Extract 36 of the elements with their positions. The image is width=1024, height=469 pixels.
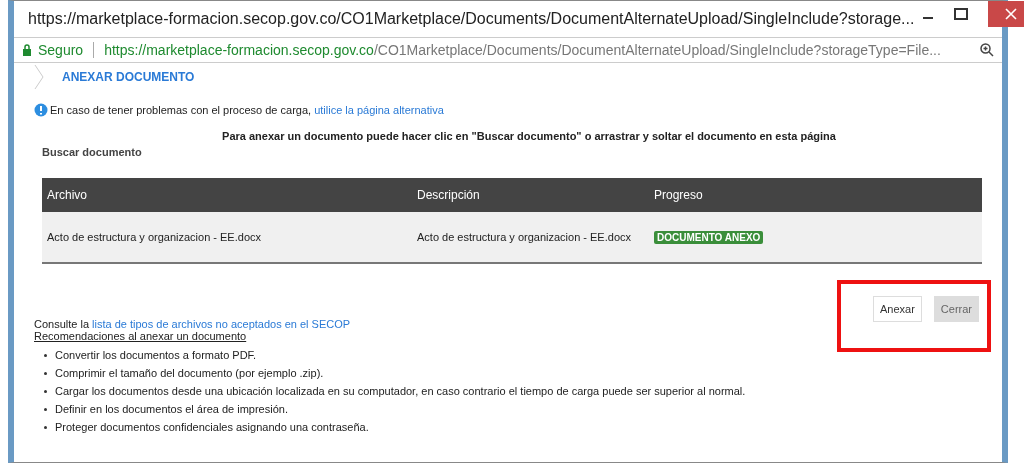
table-cell-text: Acto de estructura y organizacion - EE.docx (417, 231, 632, 243)
lock-icon (22, 44, 32, 56)
info-icon (34, 103, 48, 117)
alternative-page-link[interactable]: utilice la página alternativa (314, 104, 444, 116)
chevron-icon (34, 64, 44, 90)
file-types-link[interactable]: lista de tipos de archivos no aceptados en el SECOP (92, 318, 351, 330)
status-badge: DOCUMENTO ANEXO (654, 231, 764, 244)
notice-text: En caso de tener problemas con el proceso de carga, utilice la página alternativa (50, 104, 444, 116)
window-title: https://marketplace-formacion.secop.gov.co/CO1Marketplace/Documents/DocumentAlternateUpload/SingleInclude?storage... (28, 10, 915, 28)
bullet-icon (44, 371, 47, 375)
consult-text: Consulte la lista de tipos de archivos no aceptados en el SECOP (34, 318, 352, 330)
maximize-icon[interactable] (954, 8, 969, 20)
bullet-icon (44, 353, 47, 357)
instructions-text: Para anexar un documento puede hacer clic en "Buscar documento" o arrastrar y soltar el documento en esta página (221, 130, 837, 142)
column-header: Progreso (654, 188, 704, 202)
recommendation-item: Convertir los documentos a formato PDF. (55, 349, 257, 361)
recommendation-item: Comprimir el tamaño del documento (por ejemplo .zip). (55, 367, 324, 379)
close-icon (1005, 8, 1018, 20)
attach-button[interactable]: Anexar (872, 296, 922, 322)
table-cell-text: Acto de estructura y organizacion - EE.docx (46, 231, 262, 243)
address-bar[interactable]: Seguro https://marketplace-formacion.secop.gov.co/CO1Marketplace/Documents/DocumentAlternateUpload/SingleInclude?storageType=File... (14, 37, 1002, 63)
section-heading: ANEXAR DOCUMENTO (62, 70, 195, 84)
column-header: Archivo (46, 188, 88, 202)
recommendation-item: Proteger documentos confidenciales asignando una contraseña. (55, 421, 369, 433)
bullet-icon (44, 389, 47, 393)
close-button[interactable] (988, 1, 1024, 27)
search-document-link[interactable]: Buscar documento (42, 146, 984, 158)
column-header: Descripción (417, 188, 481, 202)
zoom-icon[interactable] (980, 43, 994, 57)
recommendation-item: Definir en los documentos el área de impresión. (55, 403, 288, 415)
url-text: https://marketplace-formacion.secop.gov.co/CO1Marketplace/Documents/DocumentAlternateUpload/SingleInclude?storageType=File... (104, 42, 942, 58)
recommendations-title: Recomendaciones al anexar un documento (34, 330, 248, 342)
security-label: Seguro (38, 42, 84, 58)
recommendation-item: Cargar los documentos desde una ubicación localizada en su computador, en caso contrario el tiempo de carga puede ser superior al normal. (55, 385, 746, 397)
bullet-icon (44, 425, 47, 429)
bullet-icon (44, 407, 47, 411)
